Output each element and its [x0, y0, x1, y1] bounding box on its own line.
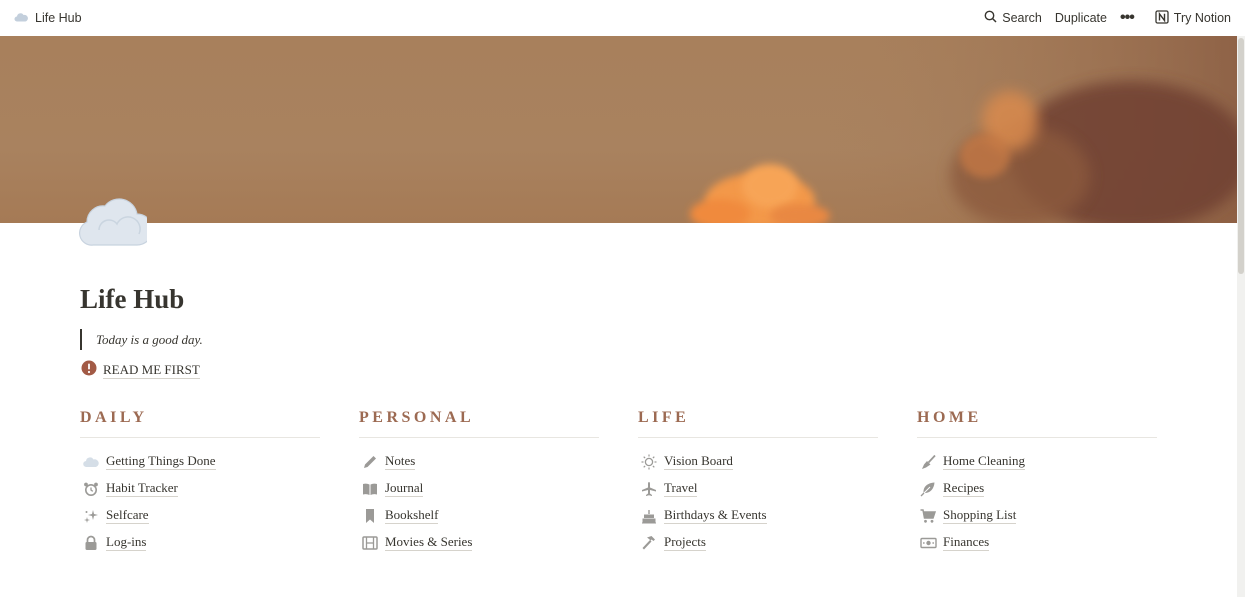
link-getting-things-done[interactable]: Getting Things Done [80, 448, 320, 475]
breadcrumb[interactable]: Life Hub [14, 11, 82, 25]
lock-icon [82, 534, 100, 552]
broom-icon [919, 453, 937, 471]
column-heading: PERSONAL [359, 409, 475, 426]
link-notes[interactable]: Notes [359, 448, 599, 475]
bookmark-icon [361, 507, 379, 525]
sparkles-icon [82, 507, 100, 525]
divider [917, 437, 1157, 438]
column-personal: PERSONAL Notes Journal Bookshelf Movies … [359, 408, 599, 556]
topbar: Life Hub Search Duplicate ••• Try Notion [0, 0, 1245, 36]
money-icon [919, 534, 937, 552]
search-icon [984, 10, 997, 26]
link-projects[interactable]: Projects [638, 529, 878, 556]
link-label: Bookshelf [385, 507, 439, 524]
link-finances[interactable]: Finances [917, 529, 1157, 556]
quote-block: Today is a good day. [80, 329, 203, 350]
column-home: HOME Home Cleaning Recipes Shopping List… [917, 408, 1157, 556]
pencil-icon [361, 453, 379, 471]
link-vision-board[interactable]: Vision Board [638, 448, 878, 475]
link-label: Notes [385, 453, 416, 470]
link-movies-series[interactable]: Movies & Series [359, 529, 599, 556]
link-label: Travel [664, 480, 698, 497]
link-label: Shopping List [943, 507, 1017, 524]
readme-link[interactable]: READ ME FIRST [81, 360, 200, 380]
exclamation-icon [81, 360, 97, 380]
readme-label: READ ME FIRST [103, 361, 200, 379]
link-label: Movies & Series [385, 534, 473, 551]
link-home-cleaning[interactable]: Home Cleaning [917, 448, 1157, 475]
link-shopping-list[interactable]: Shopping List [917, 502, 1157, 529]
column-heading: HOME [917, 409, 982, 426]
book-icon [361, 480, 379, 498]
cover-image [0, 36, 1237, 223]
link-label: Journal [385, 480, 424, 497]
link-label: Birthdays & Events [664, 507, 767, 524]
link-label: Vision Board [664, 453, 733, 470]
link-travel[interactable]: Travel [638, 475, 878, 502]
try-notion-button[interactable]: Try Notion [1155, 9, 1231, 27]
link-label: Recipes [943, 480, 985, 497]
search-button[interactable]: Search [984, 10, 1042, 26]
column-life: LIFE Vision Board Travel Birthdays & Eve… [638, 408, 878, 556]
cloud-icon [14, 11, 28, 25]
link-log-ins[interactable]: Log-ins [80, 529, 320, 556]
leaf-icon [919, 480, 937, 498]
more-options-button[interactable]: ••• [1120, 9, 1135, 27]
link-selfcare[interactable]: Selfcare [80, 502, 320, 529]
column-daily: DAILY Getting Things Done Habit Tracker … [80, 408, 320, 556]
airplane-icon [640, 480, 658, 498]
link-journal[interactable]: Journal [359, 475, 599, 502]
search-label: Search [1002, 11, 1042, 25]
link-label: Habit Tracker [106, 480, 178, 497]
link-label: Finances [943, 534, 990, 551]
divider [638, 437, 878, 438]
duplicate-button[interactable]: Duplicate [1055, 11, 1107, 25]
cloud-icon [82, 453, 100, 471]
try-notion-label: Try Notion [1173, 11, 1231, 25]
link-label: Log-ins [106, 534, 147, 551]
sun-icon [640, 453, 658, 471]
link-label: Getting Things Done [106, 453, 216, 470]
scrollbar-thumb[interactable] [1238, 38, 1244, 274]
link-birthdays-events[interactable]: Birthdays & Events [638, 502, 878, 529]
link-label: Projects [664, 534, 706, 551]
link-bookshelf[interactable]: Bookshelf [359, 502, 599, 529]
link-recipes[interactable]: Recipes [917, 475, 1157, 502]
column-heading: LIFE [638, 409, 690, 426]
link-label: Selfcare [106, 507, 149, 524]
divider [359, 437, 599, 438]
alarm-clock-icon [82, 480, 100, 498]
film-icon [361, 534, 379, 552]
hammer-icon [640, 534, 658, 552]
cake-icon [640, 507, 658, 525]
link-habit-tracker[interactable]: Habit Tracker [80, 475, 320, 502]
breadcrumb-label: Life Hub [35, 11, 82, 25]
duplicate-label: Duplicate [1054, 11, 1107, 25]
link-label: Home Cleaning [943, 453, 1025, 470]
notion-logo-icon [1155, 9, 1169, 27]
page-cloud-icon[interactable] [79, 190, 154, 253]
divider [80, 437, 320, 438]
page-title: Life Hub [80, 284, 185, 314]
cart-icon [919, 507, 937, 525]
column-heading: DAILY [80, 409, 148, 426]
